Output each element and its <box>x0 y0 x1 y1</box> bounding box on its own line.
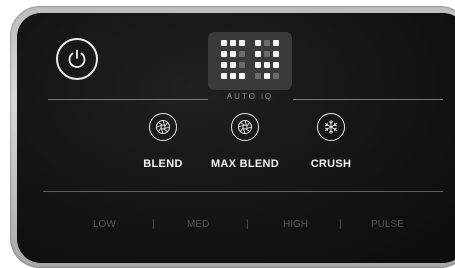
display-dot <box>273 40 279 46</box>
divider <box>43 191 443 192</box>
display-dot <box>230 40 236 46</box>
display-dot <box>239 40 245 46</box>
display-dot <box>264 40 270 46</box>
display-dot <box>255 51 261 57</box>
blend-icon <box>156 120 170 134</box>
divider <box>48 99 208 100</box>
display-dot <box>221 73 227 79</box>
speed-separator: | <box>246 219 249 230</box>
speed-pulse[interactable]: PULSE <box>371 219 404 230</box>
display-dot <box>230 73 236 79</box>
display-dot <box>239 73 245 79</box>
display-dot <box>221 40 227 46</box>
auto-iq-label: AUTO iQ <box>226 92 274 101</box>
crush-button[interactable] <box>317 113 345 141</box>
crush-label: CRUSH <box>310 158 352 170</box>
max-blend-icon <box>238 120 252 134</box>
power-button[interactable] <box>56 38 98 80</box>
display-dot <box>264 73 270 79</box>
display-dot <box>255 73 261 79</box>
speed-med[interactable]: MED <box>187 219 209 230</box>
display-dot <box>273 62 279 68</box>
display-dot <box>239 51 245 57</box>
display-dot <box>230 51 236 57</box>
dot-matrix-grid <box>221 40 279 79</box>
display-dot <box>221 51 227 57</box>
speed-low[interactable]: LOW <box>93 219 116 230</box>
display-dot <box>264 51 270 57</box>
blend-button[interactable] <box>149 113 177 141</box>
max-blend-label: MAX BLEND <box>210 158 280 170</box>
speed-high[interactable]: HIGH <box>283 219 308 230</box>
speed-separator: | <box>152 219 155 230</box>
max-blend-button[interactable] <box>231 113 259 141</box>
display-dot <box>273 51 279 57</box>
display-dot <box>221 62 227 68</box>
power-icon <box>68 49 86 68</box>
snowflake-icon <box>324 120 338 134</box>
display-dot <box>264 62 270 68</box>
display-dot <box>255 40 261 46</box>
display-dot <box>230 62 236 68</box>
display-dot <box>273 73 279 79</box>
display-dot <box>255 62 261 68</box>
dot-matrix-display <box>208 32 292 90</box>
divider <box>293 99 443 100</box>
speed-separator: | <box>339 219 342 230</box>
display-dot <box>239 62 245 68</box>
